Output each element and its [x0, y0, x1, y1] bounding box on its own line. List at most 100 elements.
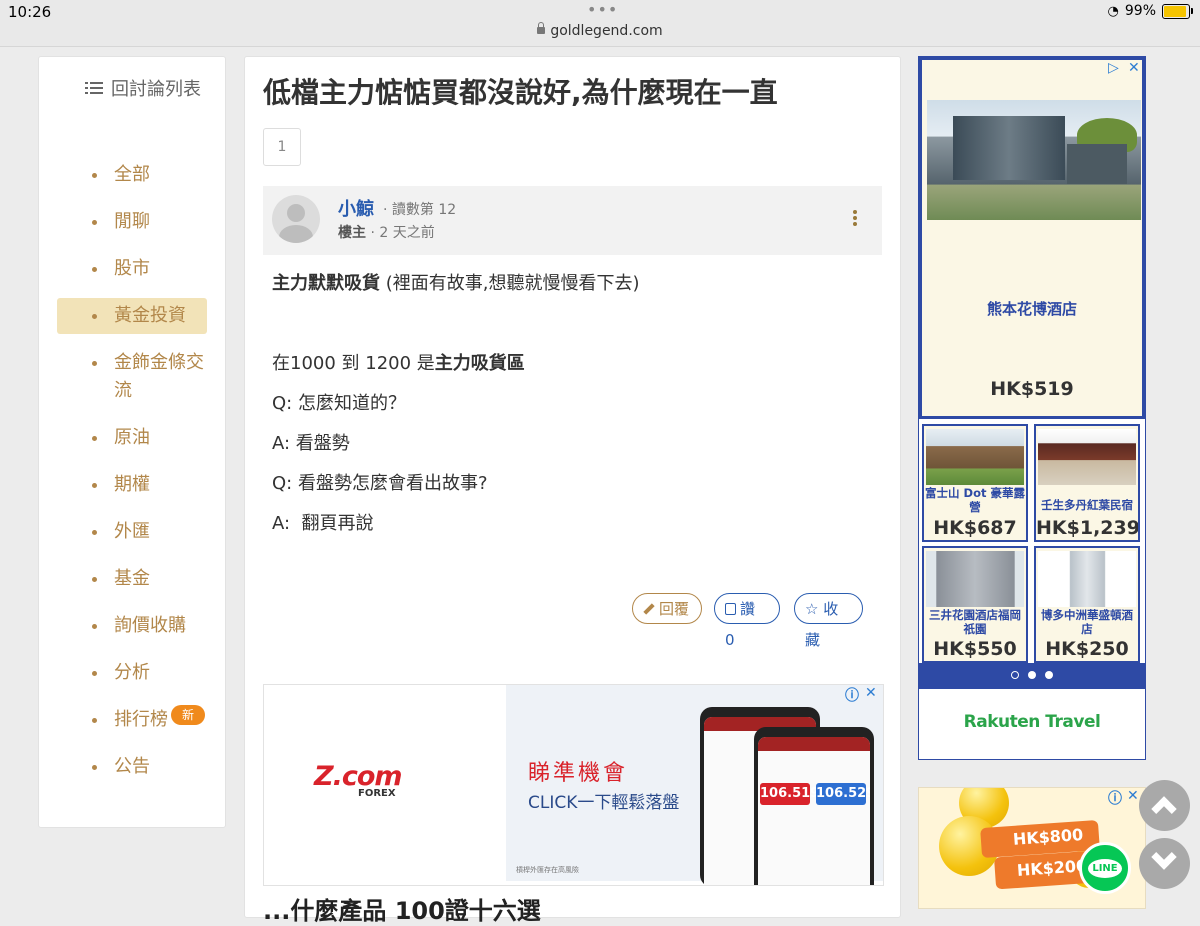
- close-icon[interactable]: ✕: [865, 685, 877, 701]
- url-text: goldlegend.com: [550, 23, 663, 39]
- adchoices-icon[interactable]: ⓘ: [845, 685, 859, 705]
- hotel-ad-main[interactable]: ▷ ✕ 熊本花博酒店 HK$519: [919, 57, 1145, 419]
- category-label: 排行榜: [114, 709, 168, 730]
- line-icon: LINE: [1088, 859, 1122, 878]
- carousel-dots: [919, 663, 1145, 689]
- bullet-icon: [92, 436, 97, 441]
- adchoices-icon[interactable]: ▷: [1108, 60, 1119, 76]
- ad-content-area: 睇準機會 CLICK一下輕鬆落盤 槓桿外匯存在高風險 106.519 106.5…: [506, 685, 883, 885]
- category-options[interactable]: 期權: [57, 467, 207, 503]
- phone-mockup-front: 106.519 106.529: [754, 727, 874, 885]
- ad-logo-area: Z.com FOREX: [264, 685, 506, 881]
- category-oil[interactable]: 原油: [57, 420, 207, 456]
- category-jewelry-bullion[interactable]: 金飾金條交流: [57, 345, 207, 409]
- ad-headline: 睇準機會: [528, 761, 629, 786]
- bullet-icon: [92, 361, 97, 366]
- category-label: 公告: [114, 756, 150, 777]
- post-line-6: A: 翻頁再說: [272, 513, 374, 534]
- bullet-icon: [92, 530, 97, 535]
- bullet-icon: [92, 718, 97, 723]
- author-name[interactable]: 小鯨: [338, 195, 374, 221]
- lock-icon: [537, 22, 546, 34]
- buy-price: 106.529: [816, 783, 870, 805]
- text: (裡面有故事,想聽就慢慢看下去): [380, 273, 640, 294]
- category-label: 股市: [114, 258, 150, 279]
- category-forex[interactable]: 外匯: [57, 514, 207, 550]
- close-icon[interactable]: ✕: [1128, 60, 1140, 76]
- kebab-menu-icon[interactable]: [853, 210, 857, 226]
- category-label: 外匯: [114, 521, 150, 542]
- coupon-value: HK$200: [1016, 856, 1088, 880]
- hotel-name: 壬生多丹紅葉民宿: [1041, 498, 1133, 512]
- category-label: 金飾金條交流: [114, 352, 204, 401]
- bold-text: 主力默默吸貨: [272, 273, 380, 294]
- thread-title: 低檔主力惦惦買都沒說好,為什麼現在一直: [263, 76, 778, 109]
- hotel-photo: [1038, 429, 1136, 485]
- category-analysis[interactable]: 分析: [57, 655, 207, 691]
- ad-footnote: 槓桿外匯存在高風險: [516, 866, 579, 874]
- bullet-icon: [92, 577, 97, 582]
- category-stocks[interactable]: 股市: [57, 251, 207, 287]
- hotel-price: HK$1,239: [1036, 517, 1140, 539]
- post-meta: 樓主 · 2 天之前: [338, 222, 435, 242]
- category-quotes[interactable]: 詢價收購: [57, 608, 207, 644]
- forex-ad-banner[interactable]: Z.com FOREX 睇準機會 CLICK一下輕鬆落盤 槓桿外匯存在高風險 1…: [263, 684, 884, 886]
- hotel-tile[interactable]: 三井花園酒店福岡祇園 HK$550: [922, 546, 1028, 663]
- category-announcements[interactable]: 公告: [57, 749, 207, 785]
- hotel-photo: [927, 100, 1141, 220]
- category-label: 黃金投資: [114, 305, 186, 326]
- reply-button[interactable]: 回覆: [632, 593, 702, 624]
- category-label: 詢價收購: [114, 615, 186, 636]
- back-to-list-link[interactable]: 回討論列表: [57, 75, 217, 104]
- address-bar[interactable]: goldlegend.com: [0, 22, 1200, 39]
- like-button[interactable]: 讚 0: [714, 593, 780, 649]
- category-gold-investment[interactable]: 黃金投資: [57, 298, 207, 334]
- hotel-ad[interactable]: ▷ ✕ 熊本花博酒店 HK$519 富士山 Dot 豪華露營 HK$687 壬生…: [918, 56, 1146, 760]
- hotel-price: HK$519: [990, 378, 1074, 400]
- avatar[interactable]: [272, 195, 320, 243]
- carousel-dot[interactable]: [1045, 671, 1053, 679]
- hotel-tile[interactable]: 富士山 Dot 豪華露營 HK$687: [922, 424, 1028, 542]
- scroll-up-button[interactable]: [1139, 780, 1190, 831]
- favorite-button[interactable]: ☆ 收藏: [794, 593, 863, 649]
- bullet-icon: [92, 671, 97, 676]
- hotel-price: HK$250: [1045, 638, 1129, 660]
- post-line-2: 在1000 到 1200 是主力吸貨區: [272, 349, 525, 375]
- line-share-button[interactable]: LINE: [1079, 842, 1131, 894]
- thread-panel: 低檔主力惦惦買都沒說好,為什麼現在一直 1 小鯨 · 讀數第 12 樓主 · 2…: [244, 56, 901, 925]
- hotel-photo: [926, 429, 1024, 485]
- category-label: 全部: [114, 164, 150, 185]
- adchoices-icon[interactable]: ⓘ: [1108, 788, 1122, 808]
- scroll-down-button[interactable]: [1139, 838, 1190, 889]
- battery-icon: [1162, 3, 1193, 19]
- carousel-dot[interactable]: [1028, 671, 1036, 679]
- status-bar: 10:26 ••• goldlegend.com ◔ 99%: [0, 0, 1200, 47]
- post-line-3: Q: 怎麼知道的？: [272, 393, 406, 414]
- back-to-list-label: 回討論列表: [111, 79, 201, 100]
- post-header: 小鯨 · 讀數第 12 樓主 · 2 天之前: [263, 186, 882, 255]
- category-sidebar: 回討論列表 全部 閒聊 股市 黃金投資 金飾金條交流 原油 期權 外匯 基金 詢…: [38, 56, 226, 828]
- pencil-icon: [643, 603, 655, 615]
- category-ranking[interactable]: 排行榜新: [57, 702, 207, 738]
- carousel-dot[interactable]: [1011, 671, 1019, 679]
- post-line-1: 主力默默吸貨 (裡面有故事,想聽就慢慢看下去): [272, 269, 640, 295]
- category-all[interactable]: 全部: [57, 157, 207, 193]
- hotel-name: 三井花園酒店福岡祇園: [929, 608, 1021, 636]
- phone-app-bar: [758, 737, 870, 751]
- hotel-name: 博多中洲華盛頓酒店: [1041, 608, 1133, 636]
- category-chat[interactable]: 閒聊: [57, 204, 207, 240]
- star-icon: ☆: [805, 600, 819, 618]
- author-role: 樓主: [338, 225, 366, 241]
- hotel-name: 熊本花博酒店: [986, 300, 1077, 318]
- close-icon[interactable]: ✕: [1127, 788, 1139, 804]
- page-button[interactable]: 1: [263, 128, 301, 166]
- multitask-dots[interactable]: •••: [587, 0, 618, 19]
- hotel-tile[interactable]: 博多中洲華盛頓酒店 HK$250: [1034, 546, 1140, 663]
- chevron-up-icon: [1151, 796, 1177, 822]
- category-label: 閒聊: [114, 211, 150, 232]
- post-line-5: Q: 看盤勢怎麼會看出故事?: [272, 473, 488, 494]
- list-icon: [85, 82, 103, 95]
- category-label: 期權: [114, 474, 150, 495]
- hotel-tile[interactable]: 壬生多丹紅葉民宿 HK$1,239: [1034, 424, 1140, 542]
- category-funds[interactable]: 基金: [57, 561, 207, 597]
